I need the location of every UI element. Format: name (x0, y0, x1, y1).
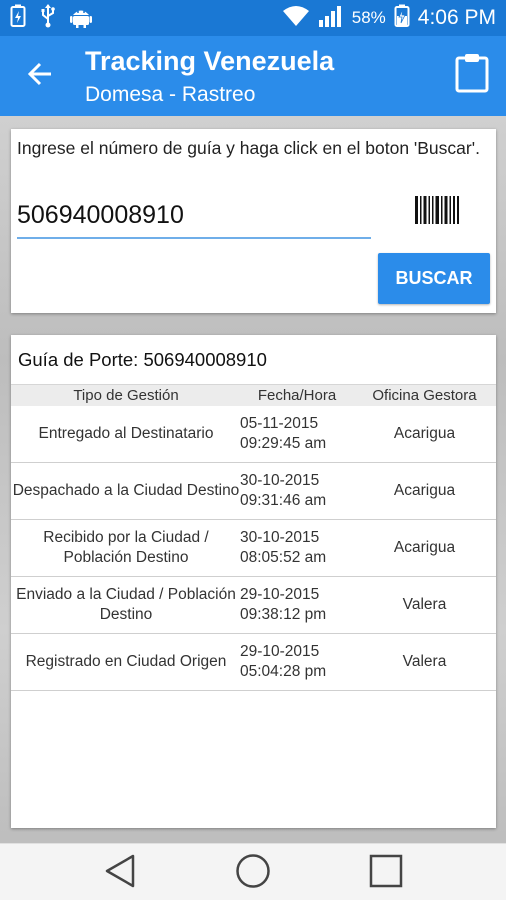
app-bar: Tracking Venezuela Domesa - Rastreo (0, 36, 506, 116)
cell-fecha: 29-10-2015 (240, 586, 320, 603)
status-bar: 58% 4:06 PM (0, 0, 506, 36)
battery-charging-icon (394, 4, 410, 33)
results-card: Guía de Porte: 506940008910 Tipo de Gest… (11, 335, 496, 828)
cell-hora: 09:29:45 am (240, 435, 327, 452)
app-subtitle: Domesa - Rastreo (85, 83, 256, 106)
cell-tipo: Enviado a la Ciudad / Población Destino (16, 586, 236, 623)
cell-hora: 09:38:12 pm (240, 606, 327, 623)
table-row: Registrado en Ciudad Origen 29-10-2015 0… (11, 634, 496, 691)
cell-oficina: Acarigua (393, 425, 456, 442)
cell-tipo: Registrado en Ciudad Origen (25, 653, 227, 670)
cell-fecha: 30-10-2015 (240, 529, 320, 546)
cell-oficina: Valera (402, 596, 447, 613)
arrow-back-icon (27, 62, 53, 91)
cell-hora: 09:31:46 am (240, 492, 327, 509)
nav-back-button[interactable] (100, 854, 140, 893)
table-row: Enviado a la Ciudad / Población Destino … (11, 577, 496, 634)
nav-back-icon (104, 854, 136, 893)
table-header: Tipo de Gestión Fecha/Hora Oficina Gesto… (11, 384, 496, 406)
search-card: Ingrese el número de guía y haga click e… (11, 129, 496, 313)
clipboard-button[interactable] (452, 52, 492, 98)
back-button[interactable] (20, 58, 60, 94)
tracking-table: Entregado al Destinatario 05-11-2015 09:… (11, 406, 496, 691)
battery-percent: 58% (351, 8, 386, 27)
cell-tipo: Entregado al Destinatario (38, 425, 214, 442)
cell-fecha-hora: 30-10-2015 08:05:52 am (240, 520, 355, 576)
cell-fecha: 29-10-2015 (240, 643, 320, 660)
instructions-text: Ingrese el número de guía y haga click e… (17, 138, 480, 158)
android-icon (70, 4, 92, 33)
table-row: Recibido por la Ciudad / Población Desti… (11, 520, 496, 577)
nav-home-icon (235, 853, 271, 894)
table-row: Entregado al Destinatario 05-11-2015 09:… (11, 406, 496, 463)
status-left-icons (10, 3, 92, 33)
tracking-number-input[interactable] (17, 194, 371, 239)
clock: 4:06 PM (417, 6, 496, 29)
cell-fecha-hora: 30-10-2015 09:31:46 am (240, 463, 355, 519)
barcode-icon (415, 195, 459, 229)
cell-oficina: Acarigua (393, 482, 456, 499)
status-right-icons: 58% 4:06 PM (282, 4, 496, 33)
guia-heading: Guía de Porte: 506940008910 (18, 349, 267, 370)
cell-tipo: Despachado a la Ciudad Destino (12, 482, 240, 499)
cell-fecha-hora: 29-10-2015 09:38:12 pm (240, 577, 355, 633)
navigation-bar (0, 843, 506, 900)
column-header-tipo: Tipo de Gestión (73, 387, 179, 404)
cell-fecha-hora: 05-11-2015 09:29:45 am (240, 406, 355, 462)
battery-saver-icon (10, 4, 26, 33)
scan-barcode-button[interactable] (413, 195, 461, 229)
wifi-icon (282, 5, 310, 32)
cell-oficina: Valera (402, 653, 447, 670)
nav-recents-icon (369, 854, 403, 893)
column-header-oficina: Oficina Gestora (372, 387, 477, 404)
cell-fecha: 30-10-2015 (240, 472, 320, 489)
nav-recents-button[interactable] (366, 854, 406, 893)
app-title: Tracking Venezuela (85, 46, 335, 76)
cell-oficina: Acarigua (393, 539, 456, 556)
cell-hora: 08:05:52 am (240, 549, 327, 566)
cell-hora: 05:04:28 pm (240, 663, 327, 680)
cell-fecha-hora: 29-10-2015 05:04:28 pm (240, 634, 355, 690)
table-row: Despachado a la Ciudad Destino 30-10-201… (11, 463, 496, 520)
buscar-button[interactable]: BUSCAR (378, 253, 490, 304)
signal-icon (318, 4, 344, 33)
column-header-fecha: Fecha/Hora (257, 387, 337, 404)
usb-icon (40, 3, 56, 33)
cell-fecha: 05-11-2015 (240, 415, 319, 432)
nav-home-button[interactable] (233, 853, 273, 890)
clipboard-icon (455, 53, 489, 98)
cell-tipo: Recibido por la Ciudad / Población Desti… (43, 529, 209, 566)
